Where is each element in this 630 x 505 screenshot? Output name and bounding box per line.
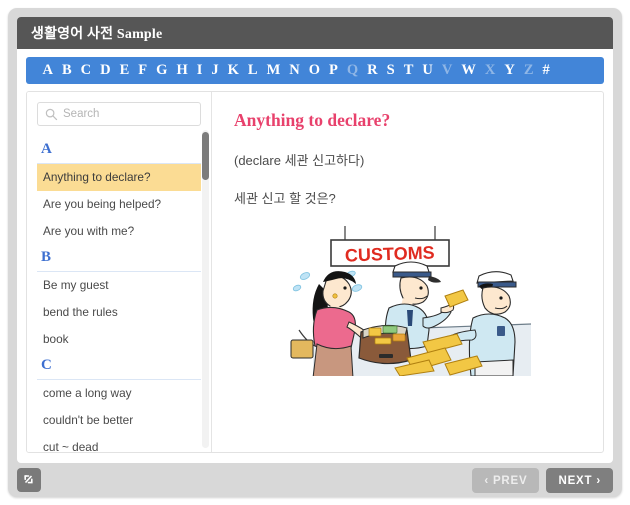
alphabet-letter-m[interactable]: M <box>262 57 285 84</box>
sidebar-scrollbar-thumb[interactable] <box>202 132 209 180</box>
search-input[interactable] <box>63 103 196 125</box>
footer-bar: ‹ PREV NEXT › <box>8 463 622 497</box>
next-button[interactable]: NEXT › <box>546 468 613 493</box>
alphabet-letter-c[interactable]: C <box>76 57 95 84</box>
alphabet-letter-n[interactable]: N <box>285 57 304 84</box>
list-item[interactable]: couldn't be better <box>37 407 201 434</box>
entry-detail-content: Anything to declare? (declare 세관 신고하다) 세… <box>212 92 603 452</box>
list-item[interactable]: bend the rules <box>37 299 201 326</box>
pagination-controls: ‹ PREV NEXT › <box>472 468 613 493</box>
open-suitcase <box>357 324 412 365</box>
alphabet-letter-d[interactable]: D <box>96 57 115 84</box>
alphabet-letter-p[interactable]: P <box>325 57 343 84</box>
alphabet-index-bar[interactable]: A B C D E F G H I J K L M N O P Q R S T U V W X Y Z # <box>26 57 604 84</box>
section-letter-a: A <box>37 137 201 164</box>
list-item[interactable]: Be my guest <box>37 272 201 299</box>
list-item[interactable]: cut ~ dead <box>37 434 201 453</box>
alphabet-letter-f[interactable]: F <box>134 57 152 84</box>
list-item[interactable]: come a long way <box>37 380 201 407</box>
window-title: 생활영어 사전 Sample <box>31 27 163 42</box>
alphabet-letter-u[interactable]: U <box>418 57 437 84</box>
alphabet-letter-h[interactable]: H <box>172 57 192 84</box>
alphabet-letter-t[interactable]: T <box>399 57 418 84</box>
entry-title: Anything to declare? <box>234 110 391 130</box>
customs-cartoon-svg: CUSTOMS <box>282 226 533 376</box>
alphabet-letter-k[interactable]: K <box>223 57 243 84</box>
entry-illustration: CUSTOMS <box>234 226 581 376</box>
alphabet-letter-a[interactable]: A <box>38 57 57 84</box>
alphabet-letter-l[interactable]: L <box>243 57 262 84</box>
sidebar-scroll-area: AAnything to declare?Are you being helpe… <box>27 92 211 452</box>
content-split: AAnything to declare?Are you being helpe… <box>26 91 604 453</box>
prev-button[interactable]: ‹ PREV <box>472 468 540 493</box>
customs-sign-text: CUSTOMS <box>344 242 434 265</box>
entry-list-sidebar: AAnything to declare?Are you being helpe… <box>27 92 212 452</box>
alphabet-letter-v[interactable]: V <box>437 57 456 84</box>
list-item[interactable]: Are you with me? <box>37 218 201 245</box>
alphabet-letter-hash[interactable]: # <box>538 57 554 84</box>
section-letter-c: C <box>37 353 201 380</box>
alphabet-letter-w[interactable]: W <box>457 57 481 84</box>
list-item[interactable]: Anything to declare? <box>37 164 201 191</box>
section-letter-b: B <box>37 245 201 272</box>
alphabet-letter-y[interactable]: Y <box>500 57 519 84</box>
next-chevron-icon: › <box>596 474 601 487</box>
alphabet-letter-s[interactable]: S <box>382 57 399 84</box>
entry-gloss: (declare 세관 신고하다) <box>234 153 365 168</box>
alphabet-letter-o[interactable]: O <box>304 57 324 84</box>
list-item[interactable]: book <box>37 326 201 353</box>
alphabet-letter-z[interactable]: Z <box>519 57 538 84</box>
alphabet-letter-j[interactable]: J <box>207 57 223 84</box>
resize-diagonal-icon[interactable] <box>17 468 41 492</box>
alphabet-bar-wrapper: A B C D E F G H I J K L M N O P Q R S T U V W X Y Z # <box>17 49 613 91</box>
customs-sign: CUSTOMS <box>329 239 450 267</box>
application-panel: 생활영어 사전 Sample ABCDEFGHIJKLMNOPQRSTUVWXY… <box>17 17 613 463</box>
next-label: NEXT <box>558 474 593 487</box>
search-box[interactable] <box>37 102 201 126</box>
alphabet-letter-i[interactable]: I <box>192 57 207 84</box>
alphabet-letter-r[interactable]: R <box>363 57 382 84</box>
list-item[interactable]: Are you being helped? <box>37 191 201 218</box>
alphabet-letter-x[interactable]: X <box>480 57 499 84</box>
alphabet-letter-e[interactable]: E <box>115 57 134 84</box>
alphabet-letter-b[interactable]: B <box>57 57 76 84</box>
prev-chevron-icon: ‹ <box>484 474 489 487</box>
alphabet-letter-g[interactable]: G <box>152 57 172 84</box>
application-window: 생활영어 사전 Sample ABCDEFGHIJKLMNOPQRSTUVWXY… <box>8 8 622 497</box>
entry-list: A Anything to declare? Are you being helpe… <box>37 137 201 452</box>
title-bar: 생활영어 사전 Sample <box>17 17 613 49</box>
alphabet-letter-q[interactable]: Q <box>342 57 362 84</box>
prev-label: PREV <box>492 474 528 487</box>
entry-translation: 세관 신고 할 것은? <box>234 191 336 206</box>
search-icon <box>45 108 58 121</box>
